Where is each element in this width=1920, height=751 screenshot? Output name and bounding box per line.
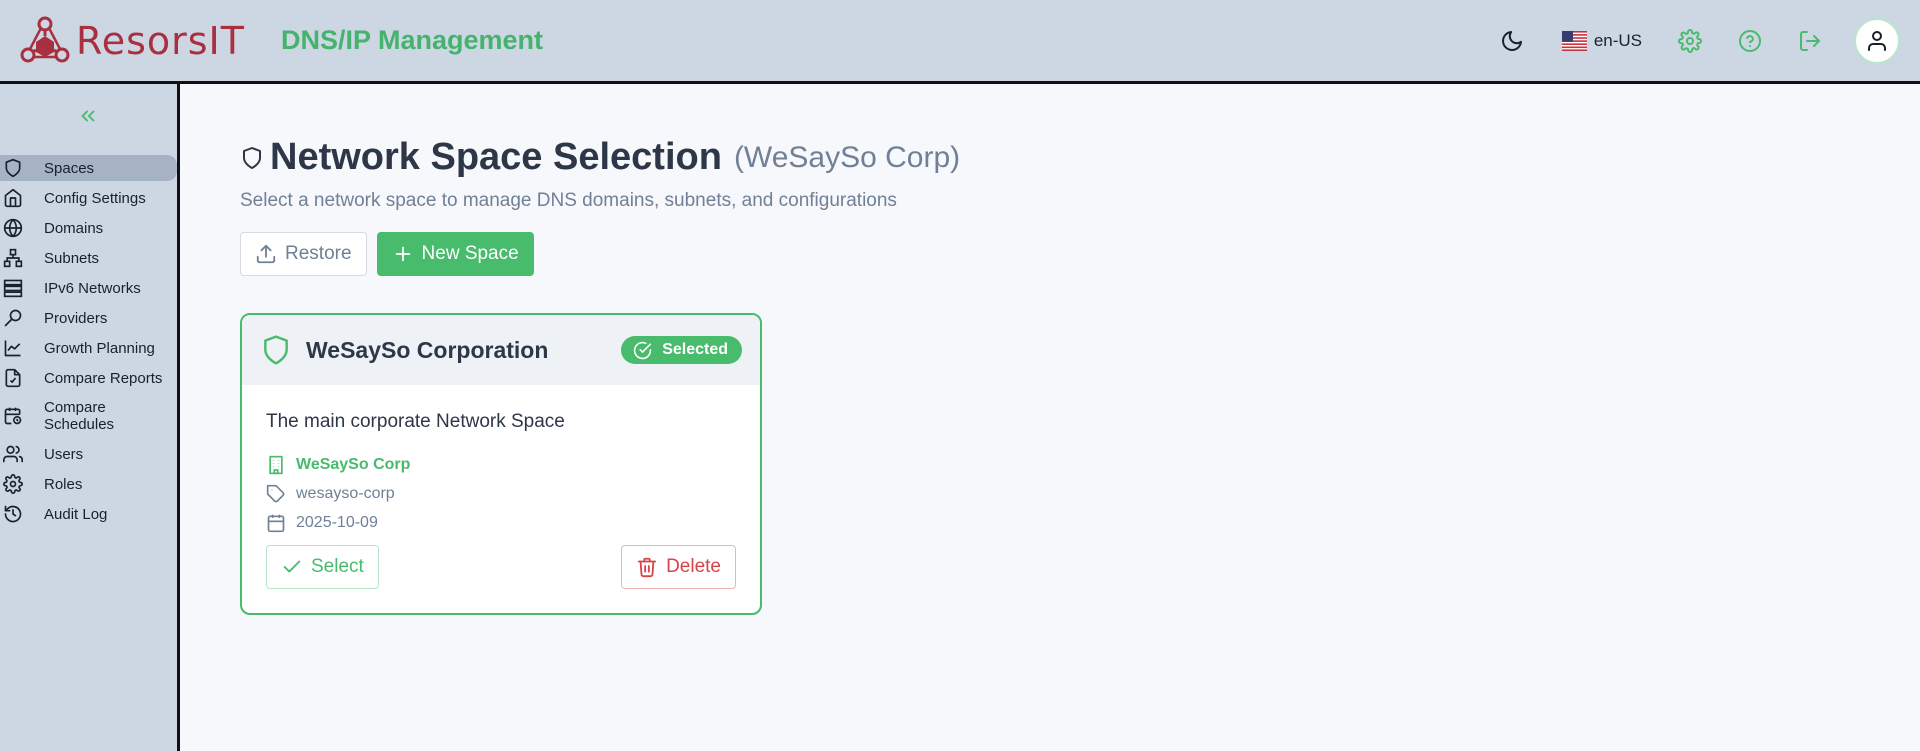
space-card-title: WeSaySo Corporation — [306, 336, 549, 363]
plus-icon — [395, 246, 410, 262]
page-actions: Restore New Space — [240, 232, 534, 276]
sidebar-item-label: Subnets — [44, 249, 100, 267]
main-content: Network Space Selection (WeSaySo Corp) S… — [180, 84, 1920, 751]
delete-label: Delete — [666, 556, 721, 577]
top-header: ResorsIT DNS/IP Management en-US — [0, 0, 1920, 84]
space-card-header: WeSaySo Corporation Selected — [242, 315, 760, 385]
sidebar-item-label: Providers — [44, 309, 108, 327]
network-icon — [3, 248, 23, 268]
select-label: Select — [311, 556, 364, 577]
user-avatar-button[interactable] — [1854, 17, 1900, 64]
moon-icon — [1501, 30, 1522, 51]
space-card-actions: Select Delete — [266, 545, 736, 589]
settings-button[interactable] — [1674, 25, 1706, 57]
organization-name: WeSaySo Corp — [296, 456, 411, 473]
sidebar-nav: Spaces Config Settings Domains Subnets I… — [0, 155, 177, 531]
sidebar-item-label: IPv6 Networks — [44, 279, 141, 297]
upload-icon — [256, 244, 276, 264]
language-label: en-US — [1593, 30, 1642, 50]
space-date: 2025-10-09 — [266, 513, 378, 533]
brand-logo[interactable]: ResorsIT — [20, 11, 245, 71]
sidebar-item-compare-schedules[interactable]: Compare Schedules — [0, 395, 177, 437]
trash-icon — [637, 557, 657, 578]
sidebar-item-growth-planning[interactable]: Growth Planning — [0, 335, 177, 361]
sidebar-item-spaces[interactable]: Spaces — [0, 155, 177, 181]
users-icon — [3, 445, 23, 463]
sidebar-item-users[interactable]: Users — [0, 441, 177, 467]
sidebar-item-compare-reports[interactable]: Compare Reports — [0, 365, 177, 391]
sidebar: Spaces Config Settings Domains Subnets I… — [0, 84, 180, 751]
page-description: Select a network space to manage DNS dom… — [240, 190, 897, 211]
page-title-row: Network Space Selection (WeSaySo Corp) — [240, 136, 960, 179]
logout-icon — [1800, 30, 1820, 51]
select-space-button[interactable]: Select — [266, 545, 379, 589]
sidebar-item-label: Domains — [44, 219, 104, 237]
sidebar-item-config-settings[interactable]: Config Settings — [0, 185, 177, 211]
globe-icon — [3, 218, 23, 238]
sidebar-item-label: Compare Schedules — [44, 399, 115, 433]
calendar-clock-icon — [4, 407, 22, 425]
header-actions: en-US — [1496, 0, 1920, 81]
file-check-icon — [5, 368, 21, 388]
slug-text: wesayso-corp — [296, 485, 395, 502]
sidebar-item-subnets[interactable]: Subnets — [0, 245, 177, 271]
space-organization: WeSaySo Corp — [266, 455, 410, 475]
gear-icon — [3, 474, 23, 494]
new-space-label: New Space — [421, 243, 519, 264]
sidebar-item-label: Audit Log — [44, 505, 108, 523]
chevrons-left-icon — [81, 110, 95, 122]
restore-button[interactable]: Restore — [240, 232, 367, 276]
restore-label: Restore — [285, 243, 352, 264]
sidebar-item-label: Growth Planning — [44, 339, 155, 357]
selected-badge-label: Selected — [662, 341, 728, 358]
space-card[interactable]: WeSaySo Corporation Selected The main co… — [240, 313, 762, 615]
sidebar-item-domains[interactable]: Domains — [0, 215, 177, 241]
check-circle-icon — [633, 341, 652, 359]
sidebar-item-roles[interactable]: Roles — [0, 471, 177, 497]
theme-toggle-button[interactable] — [1496, 25, 1528, 57]
sidebar-item-audit-log[interactable]: Audit Log — [0, 501, 177, 527]
logo-text: ResorsIT — [76, 18, 245, 63]
server-icon — [3, 279, 23, 298]
tag-icon — [266, 484, 285, 503]
gear-icon — [1678, 28, 1702, 53]
calendar-icon — [267, 514, 285, 533]
logout-button[interactable] — [1794, 25, 1826, 57]
date-text: 2025-10-09 — [296, 514, 378, 531]
collapse-sidebar-button[interactable] — [76, 104, 100, 128]
sidebar-item-ipv6-networks[interactable]: IPv6 Networks — [0, 275, 177, 301]
history-icon — [4, 505, 22, 523]
language-selector[interactable]: en-US — [1561, 30, 1642, 51]
shield-icon — [243, 146, 261, 169]
page-subtitle: (WeSaySo Corp) — [733, 140, 961, 174]
new-space-button[interactable]: New Space — [376, 232, 534, 276]
logo-icon — [20, 16, 70, 62]
user-icon — [1868, 30, 1886, 51]
building-icon — [269, 455, 283, 475]
sidebar-item-label: Roles — [44, 475, 83, 493]
check-icon — [283, 560, 301, 573]
shield-icon — [264, 335, 288, 365]
help-icon — [1739, 29, 1761, 52]
help-button[interactable] — [1734, 25, 1766, 57]
sidebar-item-providers[interactable]: Providers — [0, 305, 177, 331]
home-icon — [4, 188, 22, 208]
us-flag-icon — [1561, 30, 1587, 51]
key-icon — [4, 309, 22, 327]
space-slug: wesayso-corp — [266, 484, 395, 504]
sidebar-item-label: Spaces — [44, 159, 95, 177]
page-title: Network Space Selection — [270, 136, 722, 178]
app-title: DNS/IP Management — [280, 25, 544, 55]
trend-icon — [4, 340, 21, 357]
sidebar-item-label: Users — [44, 445, 84, 463]
space-card-description: The main corporate Network Space — [266, 411, 565, 432]
selected-badge: Selected — [621, 336, 742, 364]
sidebar-item-label: Config Settings — [44, 189, 146, 207]
sidebar-item-label: Compare Reports — [44, 369, 163, 387]
shield-icon — [5, 158, 21, 178]
delete-space-button[interactable]: Delete — [621, 545, 736, 589]
